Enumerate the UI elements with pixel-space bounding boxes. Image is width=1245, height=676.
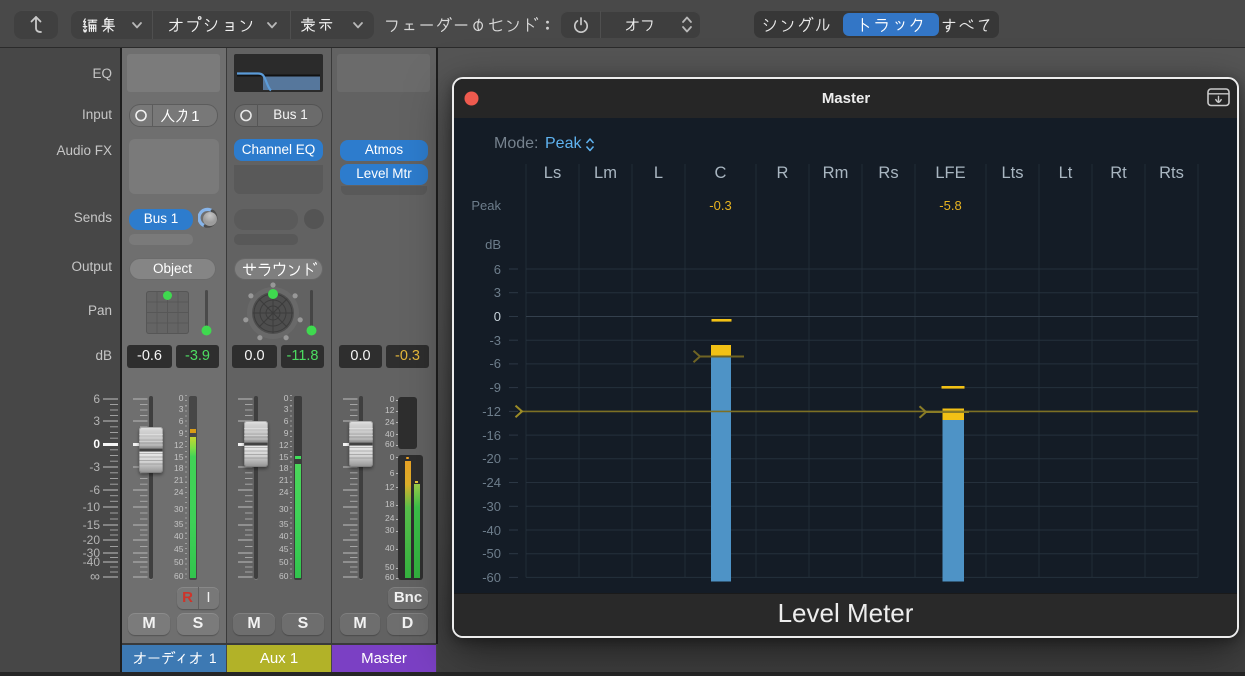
svg-text:1: 1 <box>209 650 217 666</box>
svg-text:1: 1 <box>191 107 199 124</box>
